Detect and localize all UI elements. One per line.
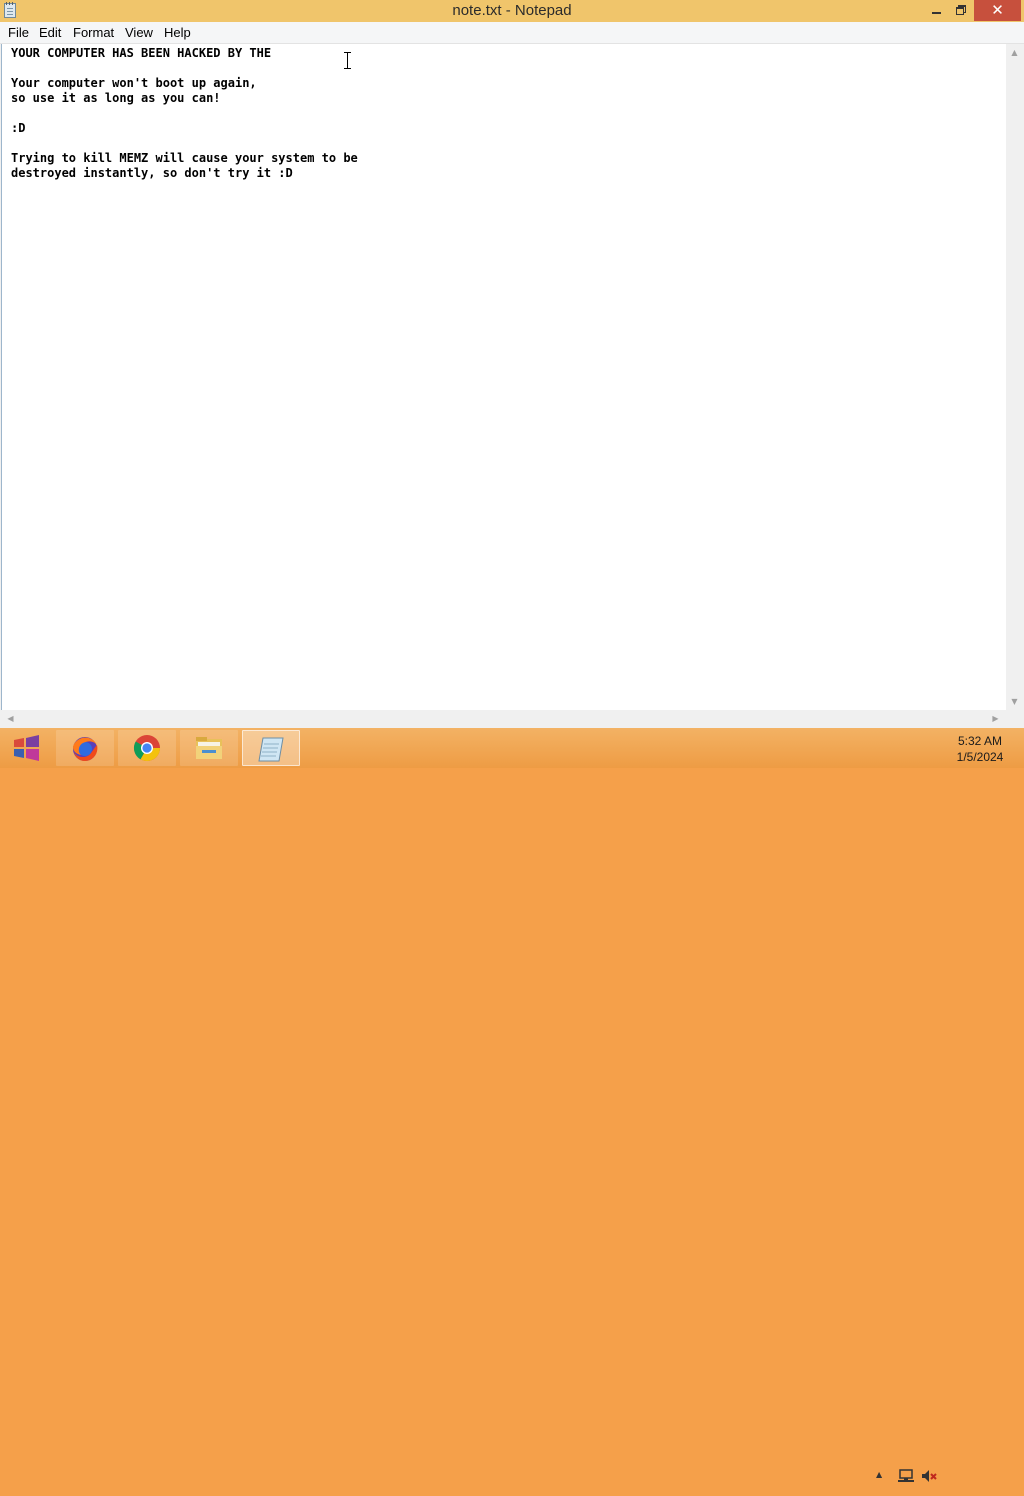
windows-logo-icon	[14, 735, 39, 761]
clock-time: 5:32 AM	[957, 734, 1003, 748]
title-bar[interactable]: note.txt - Notepad ✕	[0, 0, 1024, 22]
network-button[interactable]	[897, 1456, 917, 1496]
minimize-icon	[932, 12, 941, 14]
menu-help[interactable]: Help	[164, 22, 191, 43]
network-icon	[898, 1469, 914, 1482]
notepad-icon	[258, 737, 284, 762]
text-cursor-icon	[344, 52, 352, 69]
scroll-right-arrow-icon[interactable]: ▶	[987, 710, 1004, 727]
folder-icon	[196, 737, 222, 759]
horizontal-scrollbar[interactable]: ◀ ▶	[0, 710, 1006, 727]
minimize-button[interactable]	[922, 0, 950, 21]
firefox-icon	[73, 737, 98, 761]
notepad-window: note.txt - Notepad ✕ File Edit Format Vi…	[0, 0, 1024, 728]
restore-button[interactable]	[950, 0, 974, 21]
start-button[interactable]	[0, 730, 56, 766]
taskbar-notepad[interactable]	[242, 730, 300, 766]
close-icon: ✕	[991, 1, 1004, 19]
text-editor-area[interactable]: YOUR COMPUTER HAS BEEN HACKED BY THE You…	[1, 44, 1007, 710]
menu-file[interactable]: File	[8, 22, 29, 43]
show-hidden-icons-button[interactable]: ▲	[874, 1456, 888, 1496]
document-text[interactable]: YOUR COMPUTER HAS BEEN HACKED BY THE You…	[11, 46, 358, 181]
taskbar-chrome[interactable]	[118, 730, 176, 766]
chevron-up-icon: ▲	[876, 1470, 883, 1479]
size-grip[interactable]	[1006, 710, 1023, 727]
taskbar-firefox[interactable]	[56, 730, 114, 766]
taskbar: ▲ 5:32 AM 1/5/2024	[0, 728, 1024, 1482]
scroll-up-arrow-icon[interactable]: ▲	[1006, 44, 1023, 61]
taskbar-file-explorer[interactable]	[180, 730, 238, 766]
scroll-left-arrow-icon[interactable]: ◀	[2, 710, 19, 727]
restore-icon-back	[956, 7, 964, 15]
volume-button[interactable]	[920, 1456, 940, 1496]
volume-muted-icon	[922, 1470, 937, 1482]
clock-date: 1/5/2024	[956, 750, 1004, 764]
menu-format[interactable]: Format	[73, 22, 114, 43]
close-button[interactable]: ✕	[974, 0, 1021, 21]
menu-view[interactable]: View	[125, 22, 153, 43]
menu-edit[interactable]: Edit	[39, 22, 61, 43]
chrome-icon	[133, 735, 161, 762]
window-title: note.txt - Notepad	[452, 2, 572, 19]
menu-bar: File Edit Format View Help	[0, 22, 1024, 44]
system-clock[interactable]: 5:32 AM 1/5/2024	[950, 733, 1010, 765]
scroll-down-arrow-icon[interactable]: ▼	[1006, 693, 1023, 710]
vertical-scrollbar[interactable]: ▲ ▼	[1006, 44, 1023, 710]
